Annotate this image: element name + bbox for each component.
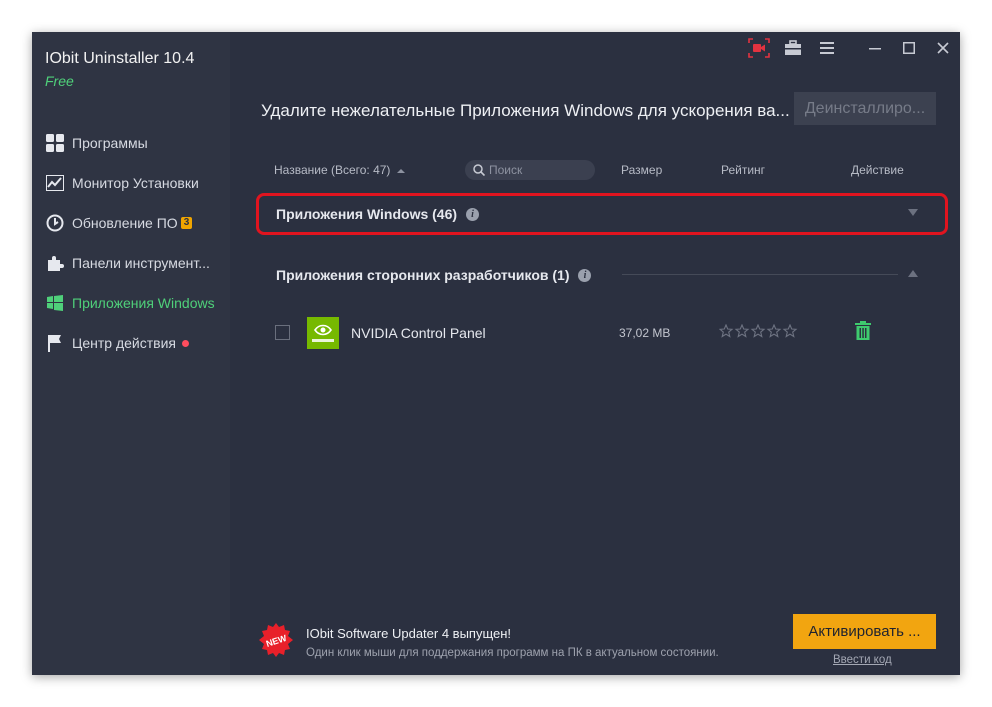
- sidebar-item-toolbars[interactable]: Панели инструмент...: [32, 243, 230, 283]
- app-window: IObit Uninstaller 10.4 Free Программы Мо…: [32, 32, 960, 675]
- sidebar-item-label: Центр действия: [72, 335, 176, 351]
- column-name-label: Название (Всего: 47): [274, 163, 391, 177]
- sidebar-item-label: Обновление ПО: [72, 215, 178, 231]
- star-rating-icon: [719, 324, 798, 338]
- minimize-icon[interactable]: [858, 38, 892, 58]
- sidebar-item-windows-apps[interactable]: Приложения Windows: [32, 283, 230, 323]
- group-divider: [622, 274, 898, 275]
- group-windows-apps[interactable]: Приложения Windows (46) i: [256, 193, 948, 235]
- puzzle-icon: [45, 253, 65, 273]
- promo-subtitle: Один клик мыши для поддержания программ …: [306, 647, 719, 659]
- sidebar: IObit Uninstaller 10.4 Free Программы Мо…: [32, 32, 230, 675]
- group-title-text: Приложения Windows (46): [276, 206, 458, 222]
- sidebar-item-programs[interactable]: Программы: [32, 123, 230, 163]
- sort-asc-icon: [396, 169, 405, 173]
- nvidia-icon: [307, 317, 339, 349]
- search-icon: [473, 164, 485, 176]
- app-select-checkbox[interactable]: [275, 325, 290, 340]
- column-rating[interactable]: Рейтинг: [721, 163, 765, 177]
- windows-icon: [45, 293, 65, 313]
- new-badge-icon: NEW: [258, 622, 294, 663]
- search-box[interactable]: [465, 160, 595, 180]
- maximize-icon[interactable]: [892, 38, 926, 58]
- grid-icon: [45, 133, 65, 153]
- rating-stars: [719, 324, 799, 338]
- title-bar-controls: [742, 38, 960, 58]
- app-title: IObit Uninstaller 10.4: [45, 50, 195, 67]
- screen-record-icon[interactable]: [742, 38, 776, 58]
- info-icon[interactable]: i: [466, 207, 480, 221]
- toolbox-icon[interactable]: [776, 38, 810, 58]
- search-input[interactable]: [489, 163, 584, 177]
- flag-icon: [45, 333, 65, 353]
- trash-icon[interactable]: [855, 321, 871, 345]
- app-name: NVIDIA Control Panel: [351, 325, 486, 341]
- sidebar-item-label: Программы: [72, 135, 148, 151]
- main-panel: Удалите нежелательные Приложения Windows…: [230, 32, 960, 675]
- update-count-badge: 3: [180, 217, 193, 229]
- column-name[interactable]: Название (Всего: 47): [274, 163, 405, 177]
- promo-title[interactable]: IObit Software Updater 4 выпущен!: [306, 626, 511, 641]
- page-headline: Удалите нежелательные Приложения Windows…: [261, 101, 790, 120]
- sidebar-item-label: Монитор Установки: [72, 175, 199, 191]
- group-title-windows: Приложения Windows (46) i: [276, 206, 480, 222]
- column-size[interactable]: Размер: [621, 163, 662, 177]
- group-title-text: Приложения сторонних разработчиков (1): [276, 267, 570, 283]
- sidebar-nav: Программы Монитор Установки Обновление П…: [32, 123, 230, 363]
- collapse-arrow-icon[interactable]: [908, 270, 918, 278]
- close-icon[interactable]: [926, 38, 960, 58]
- group-title-third-party[interactable]: Приложения сторонних разработчиков (1) i: [276, 267, 592, 283]
- sidebar-item-software-update[interactable]: Обновление ПО 3: [32, 203, 230, 243]
- sidebar-item-label: Приложения Windows: [72, 295, 215, 311]
- chart-icon: [45, 173, 65, 193]
- update-icon: [45, 213, 65, 233]
- column-headers: Название (Всего: 47) Размер Рейтинг Дейс…: [230, 160, 960, 180]
- sidebar-item-label: Панели инструмент...: [72, 255, 210, 271]
- app-size: 37,02 MB: [619, 326, 671, 340]
- info-icon[interactable]: i: [578, 268, 592, 282]
- enter-code-link[interactable]: Ввести код: [833, 654, 892, 666]
- expand-arrow-icon[interactable]: [908, 209, 918, 217]
- activate-button[interactable]: Активировать ...: [793, 614, 936, 649]
- sidebar-item-action-center[interactable]: Центр действия: [32, 323, 230, 363]
- notification-dot: [182, 339, 189, 347]
- sidebar-item-install-monitor[interactable]: Монитор Установки: [32, 163, 230, 203]
- app-edition: Free: [45, 73, 74, 89]
- column-action: Действие: [851, 163, 904, 177]
- uninstall-button[interactable]: Деинсталлиро...: [794, 92, 936, 125]
- app-row[interactable]: NVIDIA Control Panel 37,02 MB: [275, 315, 925, 351]
- menu-icon[interactable]: [810, 38, 844, 58]
